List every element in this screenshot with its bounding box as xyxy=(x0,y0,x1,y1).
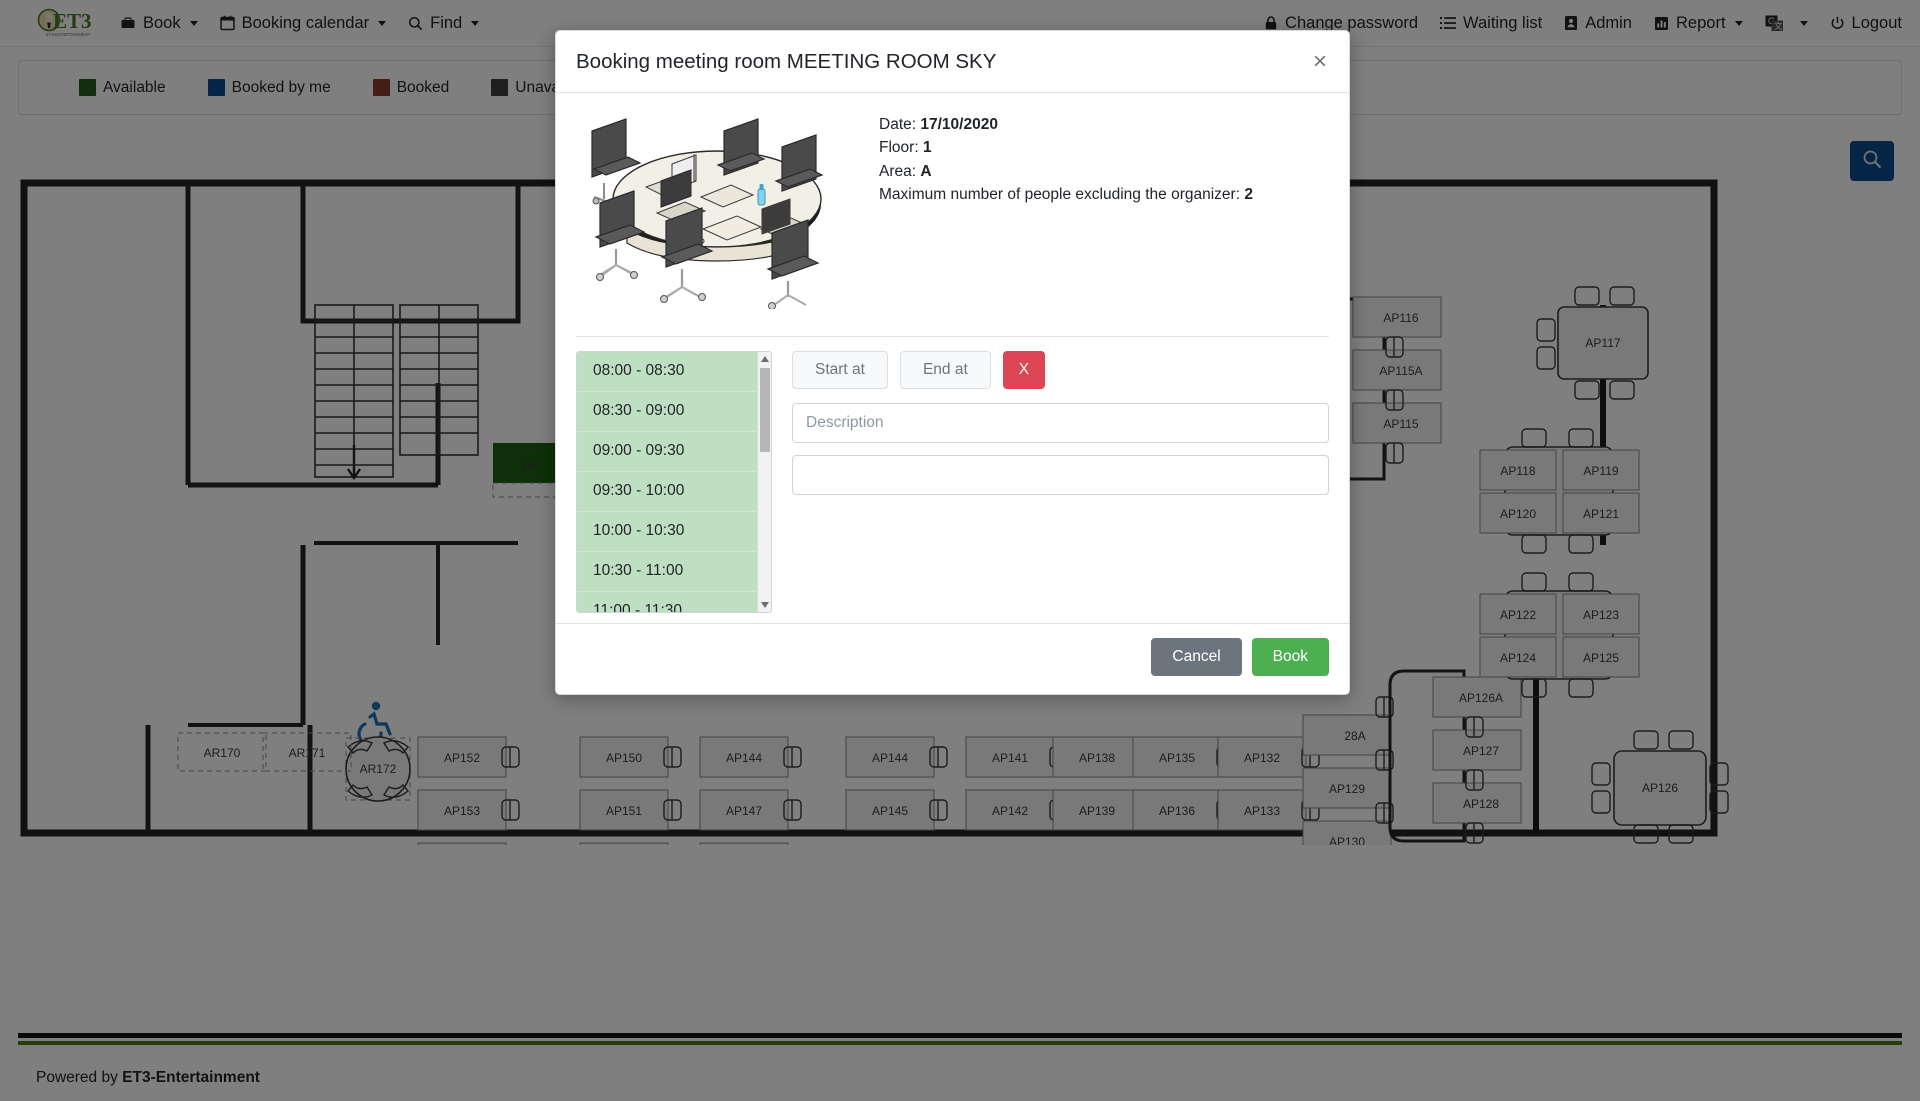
time-slot-list[interactable]: 08:00 - 08:30 08:30 - 09:00 09:00 - 09:3… xyxy=(576,350,772,613)
modal-divider xyxy=(576,335,1329,337)
time-slot-item[interactable]: 09:00 - 09:30 xyxy=(577,431,757,472)
room-info-floor-label: Floor: xyxy=(879,139,919,157)
description-input[interactable] xyxy=(792,402,1329,443)
scroll-down-arrow-icon[interactable] xyxy=(758,598,771,612)
time-slot-scrollbar[interactable] xyxy=(757,351,771,612)
room-info-date: Date: 17/10/2020 xyxy=(879,115,1253,136)
room-info-area-value: A xyxy=(920,162,932,180)
book-button[interactable]: Book xyxy=(1251,637,1329,676)
modal-body: Date: 17/10/2020 Floor: 1 Area: A Maximu… xyxy=(556,93,1349,623)
secondary-input[interactable] xyxy=(792,454,1329,495)
modal-title: Booking meeting room MEETING ROOM SKY xyxy=(576,50,997,73)
time-button-row: Start at End at X xyxy=(792,350,1329,389)
room-info-floor: Floor: 1 xyxy=(879,138,1253,159)
time-slot-item[interactable]: 10:00 - 10:30 xyxy=(577,511,757,552)
room-info-max-people-value: 2 xyxy=(1244,186,1253,204)
scroll-up-arrow-icon[interactable] xyxy=(758,352,771,366)
booking-modal: Booking meeting room MEETING ROOM SKY × xyxy=(555,30,1350,695)
page-root: ET3 ET3-ENTERTAINMENT Book Booking cal xyxy=(0,0,1920,1101)
room-info-date-value: 17/10/2020 xyxy=(920,115,998,133)
booking-row: 08:00 - 08:30 08:30 - 09:00 09:00 - 09:3… xyxy=(576,350,1329,613)
modal-header: Booking meeting room MEETING ROOM SKY × xyxy=(556,31,1349,93)
close-icon[interactable]: × xyxy=(1311,50,1329,74)
room-info-date-label: Date: xyxy=(879,115,917,133)
time-slot-item[interactable]: 11:00 - 11:30 xyxy=(577,591,757,612)
cancel-button[interactable]: Cancel xyxy=(1151,637,1242,676)
room-info-area: Area: A xyxy=(879,162,1253,183)
clear-selection-button[interactable]: X xyxy=(1002,350,1046,389)
room-info-max-people: Maximum number of people excluding the o… xyxy=(879,185,1253,206)
room-info-area-label: Area: xyxy=(879,162,917,180)
room-info-row: Date: 17/10/2020 Floor: 1 Area: A Maximu… xyxy=(576,109,1329,314)
booking-form: Start at End at X xyxy=(792,350,1329,507)
room-info: Date: 17/10/2020 Floor: 1 Area: A Maximu… xyxy=(879,109,1253,314)
modal-footer: Cancel Book xyxy=(556,622,1349,694)
end-at-button[interactable]: End at xyxy=(899,350,991,389)
time-slot-item[interactable]: 08:00 - 08:30 xyxy=(577,351,757,392)
time-slot-scroller: 08:00 - 08:30 08:30 - 09:00 09:00 - 09:3… xyxy=(577,351,771,612)
time-slot-item[interactable]: 09:30 - 10:00 xyxy=(577,471,757,512)
meeting-room-illustration xyxy=(576,109,859,314)
room-info-max-people-label: Maximum number of people excluding the o… xyxy=(879,186,1240,204)
start-at-button[interactable]: Start at xyxy=(792,350,888,389)
time-slot-item[interactable]: 10:30 - 11:00 xyxy=(577,551,757,592)
room-info-floor-value: 1 xyxy=(922,139,932,157)
scrollbar-thumb[interactable] xyxy=(760,367,770,452)
time-slot-item[interactable]: 08:30 - 09:00 xyxy=(577,391,757,432)
